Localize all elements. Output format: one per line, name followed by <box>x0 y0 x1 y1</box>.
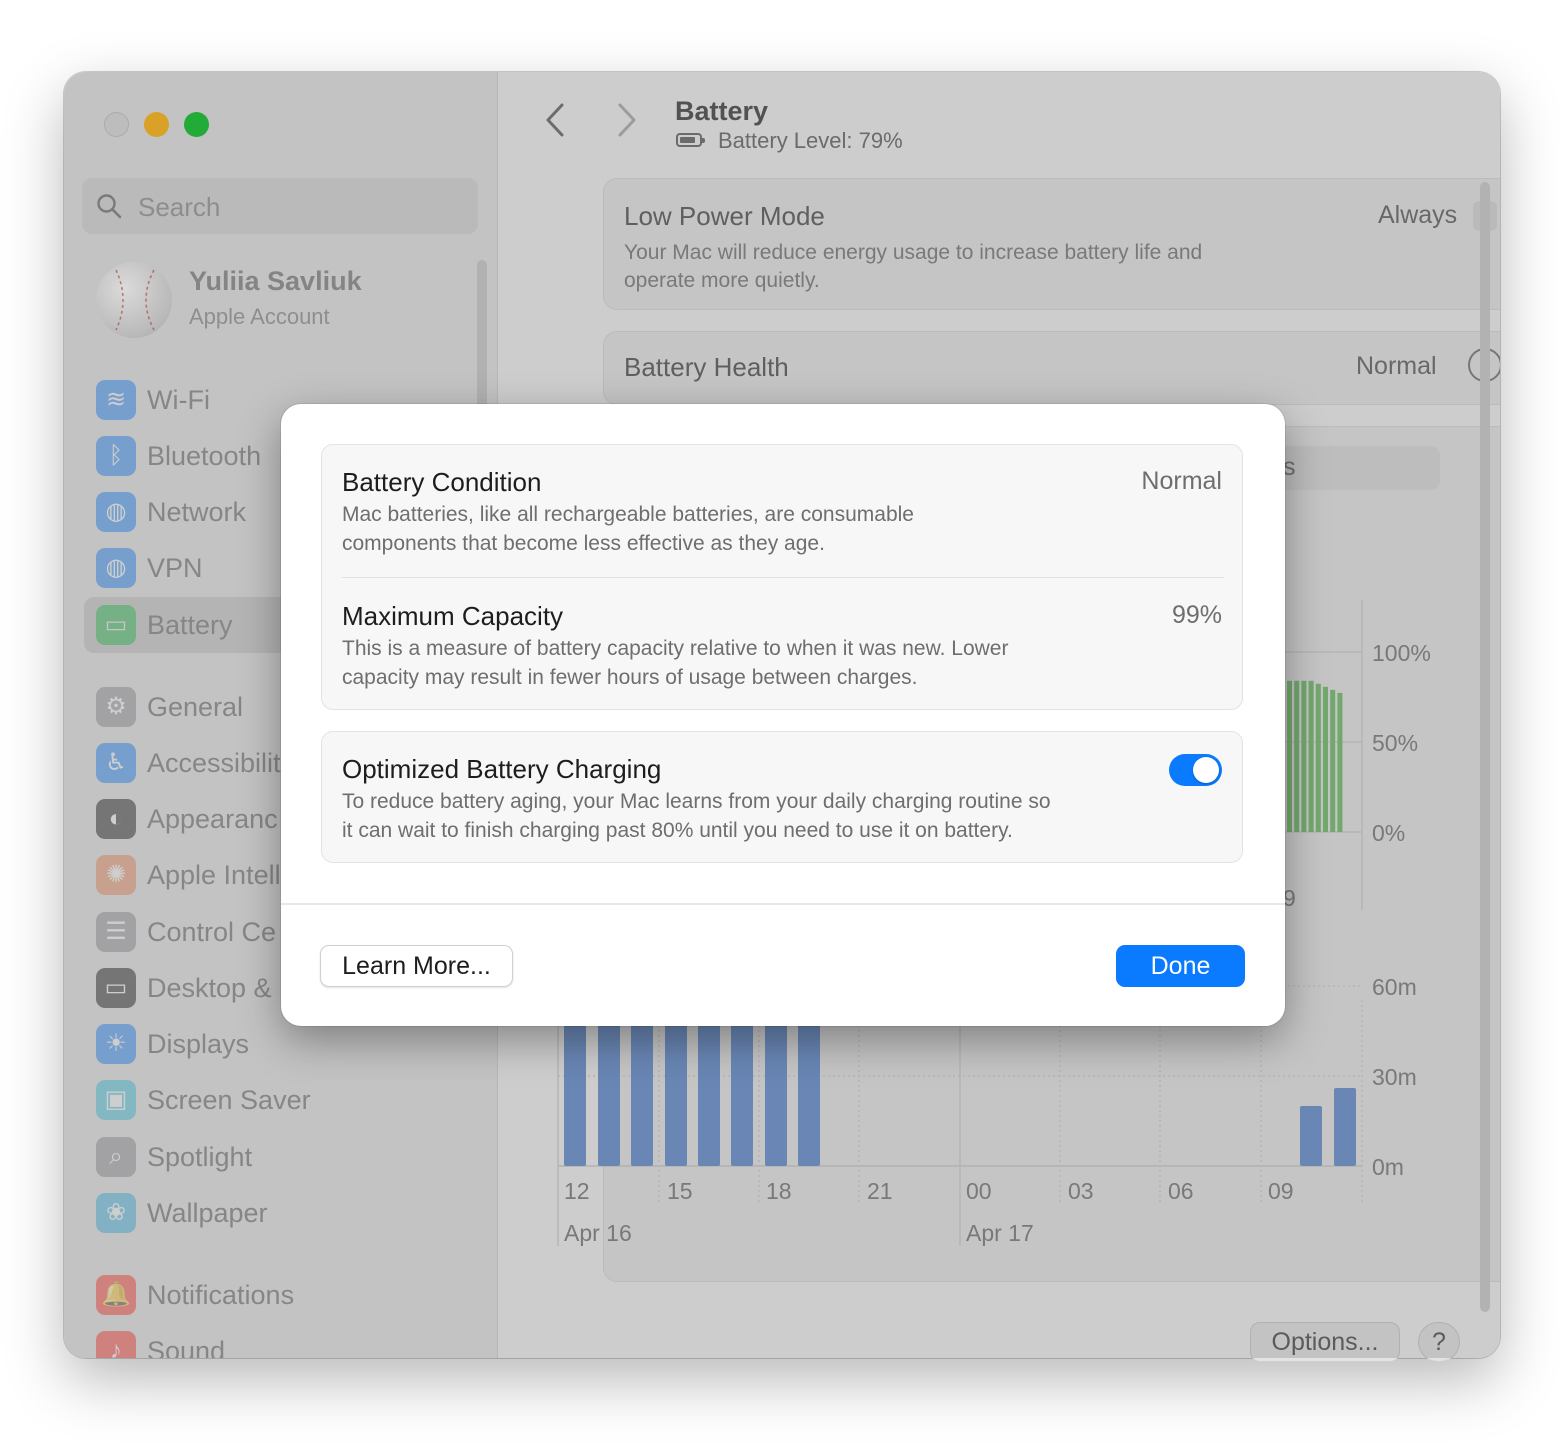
learn-more-button[interactable]: Learn More... <box>320 945 513 987</box>
maximum-capacity-description: This is a measure of battery capacity re… <box>342 637 1009 689</box>
row-divider <box>342 577 1224 578</box>
maximum-capacity-value: 99% <box>1171 601 1222 629</box>
optimized-charging-description: To reduce battery aging, your Mac learns… <box>342 790 1051 842</box>
toggle-knob <box>1193 757 1219 783</box>
battery-health-dialog: Battery Condition Normal Mac batteries, … <box>281 404 1285 1026</box>
battery-condition-value: Normal <box>1141 467 1222 495</box>
battery-condition-description: Mac batteries, like all rechargeable bat… <box>342 503 914 555</box>
optimized-charging-title: Optimized Battery Charging <box>342 754 662 784</box>
battery-info-group: Battery Condition Normal Mac batteries, … <box>321 444 1243 710</box>
maximum-capacity-title: Maximum Capacity <box>342 601 564 631</box>
done-button[interactable]: Done <box>1116 945 1245 987</box>
battery-condition-title: Battery Condition <box>342 467 542 497</box>
dialog-separator <box>281 903 1285 905</box>
optimized-charging-toggle[interactable] <box>1169 754 1222 786</box>
optimized-charging-group: Optimized Battery Charging To reduce bat… <box>321 731 1243 863</box>
